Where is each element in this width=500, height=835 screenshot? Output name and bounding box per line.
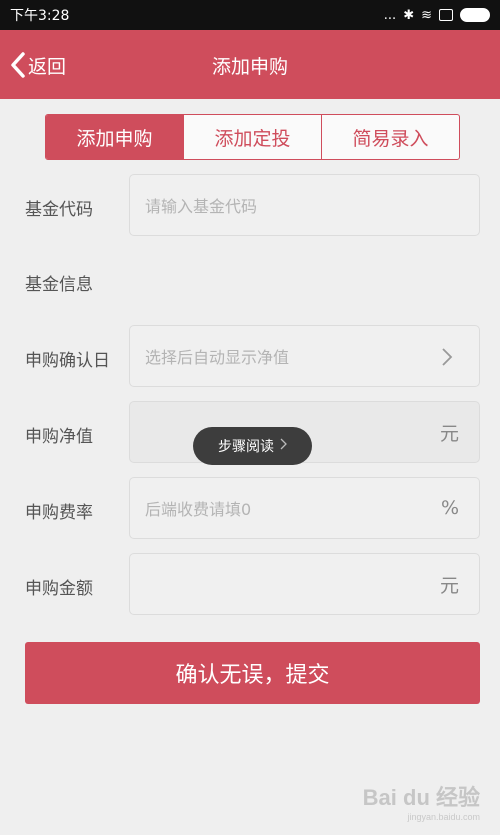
amount-label: 申购金额 <box>25 579 93 599</box>
confirm-date-selector[interactable]: 选择后自动显示净值 <box>129 325 480 387</box>
sim-icon <box>439 9 453 21</box>
tab-simple-entry[interactable]: 简易录入 <box>321 115 459 159</box>
fund-code-label: 基金代码 <box>25 200 93 220</box>
page-title: 添加申购 <box>211 56 288 78</box>
fee-rate-label: 申购费率 <box>25 503 93 523</box>
tab-add-purchase[interactable]: 添加申购 <box>46 115 183 159</box>
watermark-url: jingyan.baidu.com <box>407 812 480 822</box>
chevron-right-icon <box>280 438 287 454</box>
fund-code-input[interactable]: 请输入基金代码 <box>129 174 480 236</box>
confirm-date-label: 申购确认日 <box>25 351 110 371</box>
fee-rate-placeholder: 后端收费请填0 <box>145 500 252 519</box>
nav-value-unit: 元 <box>439 422 459 445</box>
bluetooth-icon: ✱ <box>403 7 415 23</box>
step-reading-button[interactable]: 步骤阅读 <box>193 427 312 465</box>
fee-rate-input[interactable]: 后端收费请填0 % <box>129 477 480 539</box>
confirm-date-placeholder: 选择后自动显示净值 <box>145 348 290 367</box>
tab-add-fixed-investment[interactable]: 添加定投 <box>183 115 321 159</box>
amount-unit: 元 <box>439 574 459 597</box>
nav-bar: 返回 添加申购 <box>0 30 500 99</box>
step-reading-label: 步骤阅读 <box>218 439 274 455</box>
watermark-logo: Bai du 经验 <box>362 785 480 810</box>
battery-icon <box>460 8 490 22</box>
status-time: 下午3:28 <box>10 8 70 24</box>
amount-input[interactable]: 元 <box>129 553 480 615</box>
chevron-right-icon <box>441 347 453 371</box>
wifi-icon: ≋ <box>421 7 432 23</box>
tab-bar: 添加申购 添加定投 简易录入 <box>45 114 460 160</box>
status-icons: ... ✱ ≋ <box>384 8 490 23</box>
fund-code-placeholder: 请输入基金代码 <box>145 197 258 216</box>
signal-icon: ... <box>383 7 397 23</box>
baidu-watermark: Bai du 经验 jingyan.baidu.com <box>363 780 480 822</box>
nav-value-label: 申购净值 <box>25 427 93 447</box>
status-bar: 下午3:28 ... ✱ ≋ <box>0 0 500 30</box>
submit-button[interactable]: 确认无误，提交 <box>25 642 480 704</box>
fee-rate-unit: % <box>440 497 459 519</box>
fund-info-label: 基金信息 <box>25 275 93 295</box>
